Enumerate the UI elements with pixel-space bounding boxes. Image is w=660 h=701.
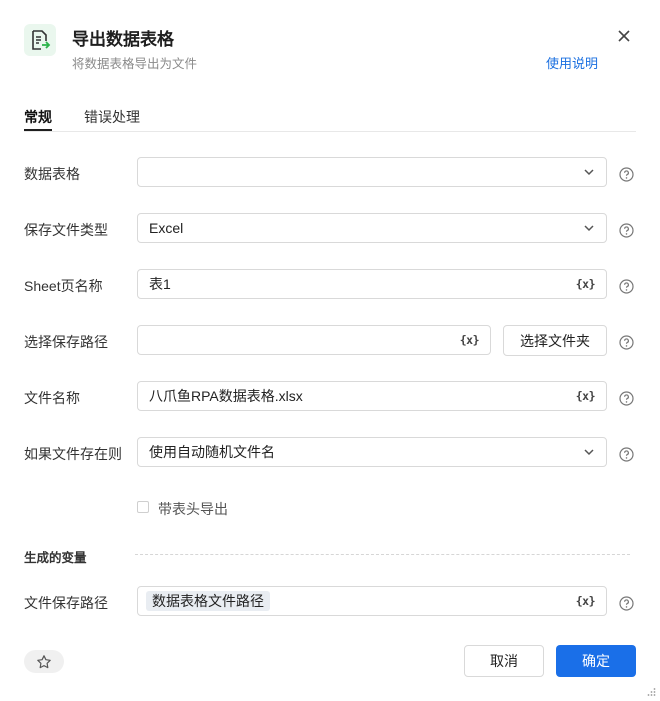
if-exists-label: 如果文件存在则 (24, 446, 122, 462)
save-path-input[interactable]: {x} (137, 325, 491, 355)
chevron-down-icon (584, 225, 594, 232)
file-name-value: 八爪鱼RPA数据表格.xlsx (149, 388, 303, 404)
file-type-select[interactable]: Excel (137, 213, 607, 243)
tab-error-handling[interactable]: 错误处理 (84, 107, 140, 127)
section-divider (135, 554, 630, 555)
dialog-subtitle: 将数据表格导出为文件 (72, 57, 198, 71)
close-icon[interactable] (614, 26, 634, 46)
if-exists-select[interactable]: 使用自动随机文件名 (137, 437, 607, 467)
variable-insert-icon[interactable]: {x} (576, 389, 596, 403)
help-circle-icon[interactable] (619, 447, 634, 462)
file-type-value: Excel (149, 220, 184, 236)
sheet-name-label: Sheet页名称 (24, 278, 103, 294)
chevron-down-icon (584, 169, 594, 176)
with-header-checkbox[interactable] (137, 501, 149, 513)
tab-divider (24, 131, 636, 132)
tab-general[interactable]: 常规 (24, 107, 52, 127)
output-path-input[interactable]: 数据表格文件路径 {x} (137, 586, 607, 616)
with-header-label[interactable]: 带表头导出 (158, 499, 228, 519)
export-spreadsheet-icon (24, 24, 56, 56)
choose-folder-button[interactable]: 选择文件夹 (503, 325, 607, 356)
save-path-label: 选择保存路径 (24, 334, 108, 350)
help-circle-icon[interactable] (619, 279, 634, 294)
help-circle-icon[interactable] (619, 167, 634, 182)
help-circle-icon[interactable] (619, 223, 634, 238)
variable-insert-icon[interactable]: {x} (460, 333, 480, 347)
variable-tag[interactable]: 数据表格文件路径 (146, 591, 270, 611)
sheet-name-input[interactable]: 表1 {x} (137, 269, 607, 299)
confirm-button[interactable]: 确定 (556, 645, 636, 677)
data-table-select[interactable] (137, 157, 607, 187)
favorite-star-button[interactable] (24, 650, 64, 673)
variable-insert-icon[interactable]: {x} (576, 277, 596, 291)
help-circle-icon[interactable] (619, 335, 634, 350)
cancel-button[interactable]: 取消 (464, 645, 544, 677)
help-circle-icon[interactable] (619, 391, 634, 406)
output-path-label: 文件保存路径 (24, 595, 108, 611)
data-table-label: 数据表格 (24, 166, 80, 182)
chevron-down-icon (584, 449, 594, 456)
dialog-title: 导出数据表格 (72, 30, 174, 49)
help-circle-icon[interactable] (619, 596, 634, 611)
sheet-name-value: 表1 (149, 276, 171, 292)
output-section-title: 生成的变量 (24, 551, 87, 565)
if-exists-value: 使用自动随机文件名 (149, 444, 275, 460)
help-link[interactable]: 使用说明 (546, 53, 598, 72)
file-name-input[interactable]: 八爪鱼RPA数据表格.xlsx {x} (137, 381, 607, 411)
file-name-label: 文件名称 (24, 390, 80, 406)
resize-handle-icon[interactable] (646, 687, 656, 697)
star-icon (37, 654, 51, 668)
variable-insert-icon[interactable]: {x} (576, 594, 596, 608)
file-type-label: 保存文件类型 (24, 222, 108, 238)
